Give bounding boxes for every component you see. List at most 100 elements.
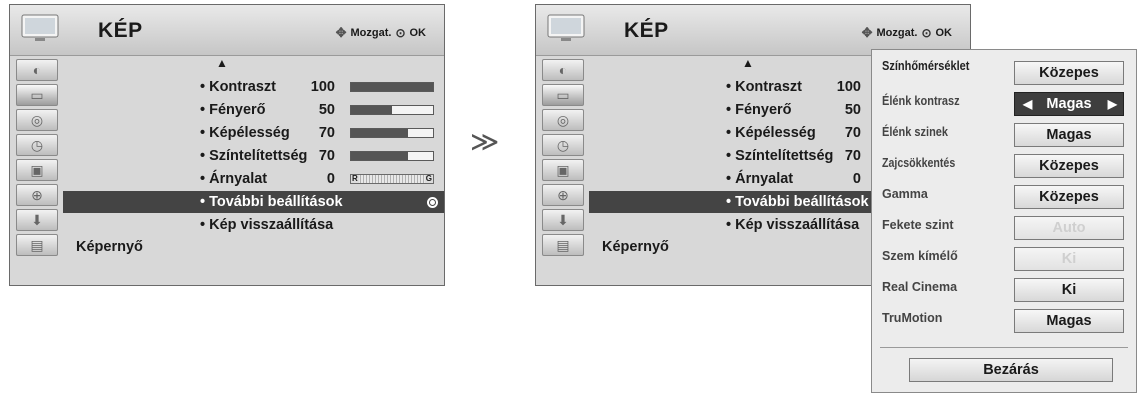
arrow-right-icon[interactable]: ▶ [1108, 93, 1117, 115]
item-label: • Képélesség [726, 125, 816, 141]
item-label: • További beállítások [726, 194, 869, 210]
time-icon[interactable]: ◷ [542, 134, 584, 156]
level-fill [351, 129, 409, 137]
category-sidebar: ◐ ▭ ◎ ◷ ▣ ⊕ ⬇ ▤ [10, 56, 63, 285]
item-value: 70 [844, 125, 861, 141]
time-icon[interactable]: ◷ [16, 134, 58, 156]
setting-label: Szem kímélő [882, 249, 958, 263]
close-button[interactable]: Bezárás [909, 358, 1113, 382]
ok-button-icon: ⊙ [395, 26, 406, 40]
setting-value-button[interactable]: Magas [1014, 123, 1124, 147]
setting-row-real-cinema[interactable]: Real Cinema Ki [872, 276, 1136, 302]
dpad-icon: ✥ [861, 25, 873, 40]
setting-value-button-disabled: Ki [1014, 247, 1124, 271]
setting-value-button[interactable]: Magas [1014, 309, 1124, 333]
level-fill [351, 152, 409, 160]
nav-hint: ✥ Mozgat. ⊙ OK [862, 25, 952, 41]
picture-icon[interactable]: ▭ [16, 84, 58, 106]
tint-red-label: R [351, 174, 359, 183]
level-fill [351, 83, 433, 91]
audio-icon[interactable]: ◎ [542, 109, 584, 131]
menu-item-tint[interactable]: • Árnyalat 0 R G [200, 168, 440, 190]
setting-row-noise-reduction[interactable]: Zajcsökkentés Közepes [872, 152, 1136, 178]
menu-item-sharpness[interactable]: • Képélesség 70 [200, 122, 440, 144]
setting-value: Magas [1046, 96, 1092, 112]
item-label: • Színtelítettség [200, 148, 308, 164]
input-icon[interactable]: ⬇ [16, 209, 58, 231]
item-label: • Kontraszt [726, 79, 802, 95]
setting-value-button[interactable]: Közepes [1014, 154, 1124, 178]
usb-icon[interactable]: ▤ [542, 234, 584, 256]
menu-item-picture-reset[interactable]: • Kép visszaállítása [200, 214, 440, 236]
setting-row-dynamic-contrast[interactable]: Élénk kontrasz ◀ Magas ▶ [872, 90, 1136, 116]
menu-item-advanced-selected[interactable]: • További beállítások [63, 191, 444, 213]
setting-value-selector[interactable]: ◀ Magas ▶ [1014, 92, 1124, 116]
item-label: • További beállítások [200, 194, 343, 210]
menu-item-color[interactable]: • Színtelítettség 70 [200, 145, 440, 167]
advanced-settings-popup: Színhőmérséklet Közepes Élénk kontrasz ◀… [871, 49, 1137, 393]
hint-move: Mozgat. [876, 27, 918, 39]
level-bar[interactable] [350, 82, 434, 92]
category-sidebar: ◐ ▭ ◎ ◷ ▣ ⊕ ⬇ ▤ [536, 56, 589, 285]
item-label: • Kép visszaállítása [726, 217, 860, 233]
setting-label: Színhőmérséklet [882, 59, 970, 73]
option-icon[interactable]: ▣ [542, 159, 584, 181]
tv-icon [547, 14, 585, 41]
input-icon[interactable]: ⬇ [542, 209, 584, 231]
picture-mode-icon[interactable]: ◐ [542, 59, 584, 81]
setting-row-color-temperature[interactable]: Színhőmérséklet Közepes [872, 59, 1136, 85]
menu-titlebar: KÉP ✥ Mozgat. ⊙ OK [10, 5, 444, 56]
setting-value-button-disabled: Auto [1014, 216, 1124, 240]
hint-ok: OK [935, 27, 953, 39]
picture-menu-left: KÉP ✥ Mozgat. ⊙ OK ◐ ▭ ◎ ◷ ▣ ⊕ ⬇ ▤ ▲ • K… [9, 4, 445, 286]
menu-title: KÉP [624, 19, 669, 42]
level-bar[interactable] [350, 151, 434, 161]
arrow-left-icon[interactable]: ◀ [1023, 93, 1032, 115]
item-value: 50 [318, 102, 335, 118]
item-value: 70 [318, 148, 335, 164]
item-label: • Színtelítettség [726, 148, 834, 164]
setting-value-button[interactable]: Közepes [1014, 185, 1124, 209]
setting-label: TruMotion [882, 311, 943, 325]
item-label: • Árnyalat [726, 171, 794, 187]
picture-mode-icon[interactable]: ◐ [16, 59, 58, 81]
level-bar[interactable] [350, 128, 434, 138]
item-value: 70 [844, 148, 861, 164]
setting-row-dynamic-colour[interactable]: Élénk szinek Magas [872, 121, 1136, 147]
level-bar[interactable] [350, 105, 434, 115]
option-icon[interactable]: ▣ [16, 159, 58, 181]
setting-value-button[interactable]: Ki [1014, 278, 1124, 302]
lock-icon[interactable]: ⊕ [542, 184, 584, 206]
setting-row-trumotion[interactable]: TruMotion Magas [872, 307, 1136, 333]
setting-row-black-level: Fekete szint Auto [872, 214, 1136, 240]
transition-arrow: ≫ [470, 126, 500, 157]
setting-label: Fekete szint [882, 218, 954, 232]
radio-selected-icon [427, 197, 438, 208]
tint-balance-bar[interactable]: R G [350, 174, 434, 184]
divider [880, 347, 1128, 348]
setting-row-gamma[interactable]: Gamma Közepes [872, 183, 1136, 209]
audio-icon[interactable]: ◎ [16, 109, 58, 131]
menu-item-brightness[interactable]: • Fényerő 50 [200, 99, 440, 121]
lock-icon[interactable]: ⊕ [16, 184, 58, 206]
hint-ok: OK [409, 27, 427, 39]
item-value: 50 [844, 102, 861, 118]
screen-label[interactable]: Képernyő [76, 239, 143, 255]
usb-icon[interactable]: ▤ [16, 234, 58, 256]
menu-item-contrast[interactable]: • Kontraszt 100 [200, 76, 440, 98]
setting-label: Gamma [882, 187, 928, 201]
item-value: 100 [310, 79, 335, 95]
setting-value-button[interactable]: Közepes [1014, 61, 1124, 85]
scroll-up-icon[interactable]: ▲ [216, 56, 228, 70]
scroll-up-icon[interactable]: ▲ [742, 56, 754, 70]
item-label: • Fényerő [200, 102, 266, 118]
item-value: 0 [326, 171, 335, 187]
setting-label: Real Cinema [882, 280, 958, 294]
menu-title: KÉP [98, 19, 143, 42]
picture-icon[interactable]: ▭ [542, 84, 584, 106]
screen-label[interactable]: Képernyő [602, 239, 669, 255]
item-value: 100 [836, 79, 861, 95]
tint-green-label: G [424, 174, 433, 183]
setting-row-eye-care: Szem kímélő Ki [872, 245, 1136, 271]
item-label: • Kontraszt [200, 79, 276, 95]
